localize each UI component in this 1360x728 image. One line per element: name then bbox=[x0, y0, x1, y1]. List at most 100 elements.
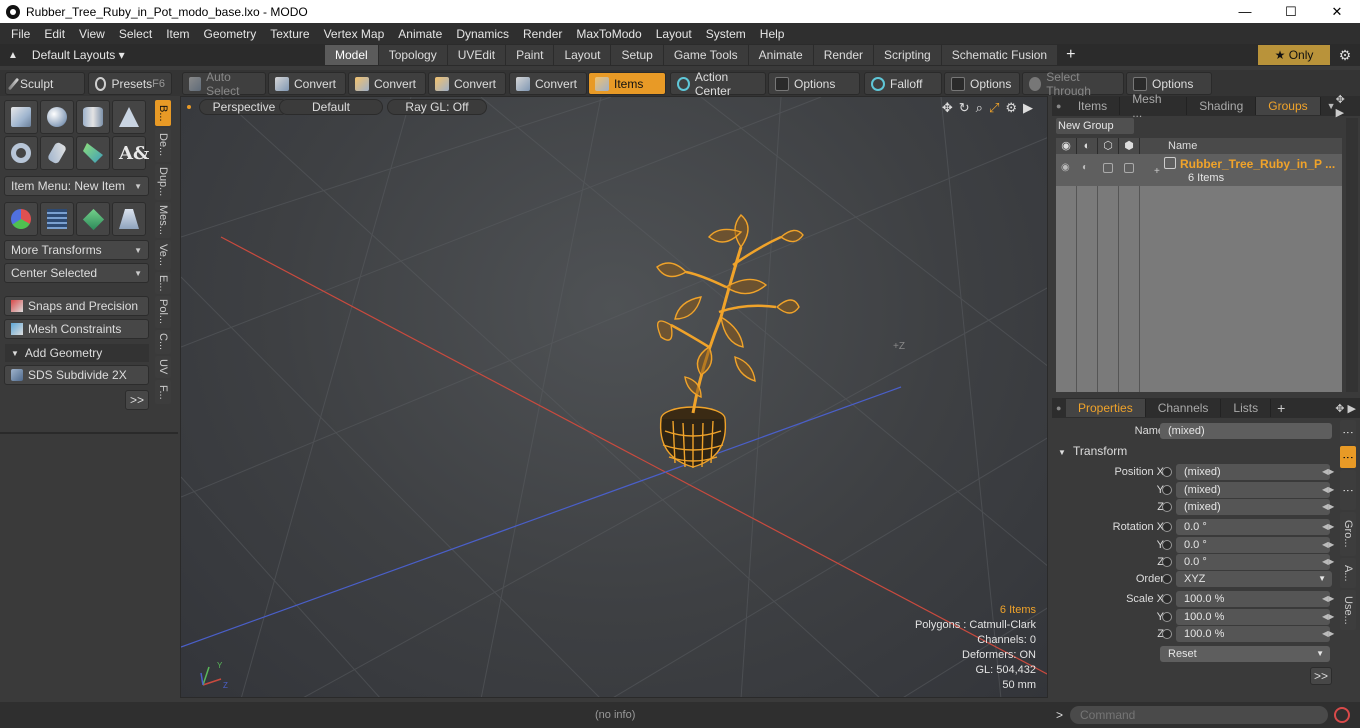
rotation-z-radio[interactable] bbox=[1162, 556, 1172, 567]
scale-z-field[interactable]: 100.0 % bbox=[1176, 625, 1330, 642]
menu-maxtomodo[interactable]: MaxToModo bbox=[569, 27, 648, 41]
tab-model[interactable]: Model bbox=[325, 45, 379, 65]
menu-animate[interactable]: Animate bbox=[391, 27, 449, 41]
groups-scrollbar[interactable] bbox=[1346, 118, 1358, 392]
menu-view[interactable]: View bbox=[72, 27, 112, 41]
command-input[interactable] bbox=[1070, 706, 1328, 724]
viewport-expand-icon[interactable]: ▶ bbox=[1023, 100, 1033, 116]
minimize-button[interactable]: — bbox=[1222, 0, 1268, 23]
scale-x-radio[interactable] bbox=[1162, 593, 1172, 604]
options-button-1[interactable]: Options bbox=[768, 72, 860, 95]
order-dropdown[interactable]: XYZ ▼ bbox=[1176, 570, 1332, 587]
menu-select[interactable]: Select bbox=[112, 27, 159, 41]
position-z-field[interactable]: (mixed) bbox=[1176, 498, 1330, 515]
position-x-radio[interactable] bbox=[1162, 466, 1172, 477]
rotation-y-field[interactable]: 0.0 ° bbox=[1176, 536, 1330, 553]
reset-dropdown[interactable]: Reset ▼ bbox=[1160, 645, 1330, 662]
transform-tool[interactable] bbox=[4, 202, 38, 236]
name-field[interactable]: (mixed) bbox=[1160, 422, 1332, 439]
falloff-button[interactable]: Falloff bbox=[864, 72, 942, 95]
row-lock-box[interactable] bbox=[1103, 163, 1113, 173]
convert-button-1[interactable]: Convert bbox=[268, 72, 346, 95]
collapse-up-icon[interactable]: ▲ bbox=[8, 50, 18, 61]
visibility-eye-icon[interactable]: ◉ bbox=[1056, 138, 1077, 154]
vtab-polygon[interactable]: Pol... bbox=[155, 296, 171, 328]
name-column-header[interactable]: Name bbox=[1140, 140, 1197, 152]
menu-edit[interactable]: Edit bbox=[37, 27, 72, 41]
scale-y-radio[interactable] bbox=[1162, 611, 1172, 622]
tab-game-tools[interactable]: Game Tools bbox=[663, 45, 749, 65]
more-tools-button[interactable]: >> bbox=[125, 390, 149, 410]
scale-y-field[interactable]: 100.0 % bbox=[1176, 608, 1330, 625]
cone-tool[interactable] bbox=[112, 100, 146, 134]
3d-viewport[interactable]: Perspective Default Ray GL: Off ✥ ↻ ⌕ ⤢ … bbox=[180, 96, 1048, 698]
vtab-mesh[interactable]: Mes... bbox=[155, 202, 171, 238]
chevron-down-icon[interactable]: ▼ bbox=[1327, 101, 1336, 111]
gem-tool[interactable] bbox=[76, 202, 110, 236]
gear-icon[interactable]: ⚙ bbox=[1334, 45, 1356, 65]
scale-z-radio[interactable] bbox=[1162, 628, 1172, 639]
options-button-2[interactable]: Options bbox=[944, 72, 1020, 95]
more-transforms-dropdown[interactable]: More Transforms ▼ bbox=[4, 240, 149, 260]
vtab-a[interactable]: A... bbox=[1340, 558, 1356, 588]
pen-tool[interactable] bbox=[76, 136, 110, 170]
position-x-field[interactable]: (mixed) bbox=[1176, 463, 1330, 480]
item-menu-dropdown[interactable]: Item Menu: New Item ▼ bbox=[4, 176, 149, 196]
tab-channels[interactable]: Channels bbox=[1146, 399, 1222, 417]
convert-button-4[interactable]: Convert bbox=[509, 72, 587, 95]
vtab-user[interactable]: Use... bbox=[1340, 590, 1356, 630]
tab-lists[interactable]: Lists bbox=[1221, 399, 1272, 417]
menu-layout[interactable]: Layout bbox=[649, 27, 699, 41]
snaps-precision-button[interactable]: Snaps and Precision bbox=[4, 296, 149, 316]
sds-subdivide-button[interactable]: SDS Subdivide 2X bbox=[4, 365, 149, 385]
grid-tool[interactable] bbox=[40, 202, 74, 236]
stepper-arrows-icon[interactable]: ◀▶ bbox=[1322, 502, 1334, 511]
plane-tool[interactable] bbox=[112, 202, 146, 236]
only-toggle[interactable]: ★ Only bbox=[1258, 45, 1330, 65]
scale-x-field[interactable]: 100.0 % bbox=[1176, 590, 1330, 607]
panel-expand-icon[interactable]: ✥ ▶ bbox=[1335, 402, 1356, 415]
action-center-button[interactable]: Action Center bbox=[670, 70, 766, 98]
maximize-button[interactable]: ☐ bbox=[1268, 0, 1314, 23]
panel-menu-dot[interactable]: ● bbox=[1052, 403, 1066, 413]
vtab-groups[interactable]: Gro... bbox=[1340, 512, 1356, 556]
layouts-dropdown[interactable]: ▲ Default Layouts ▾ bbox=[0, 48, 160, 62]
tab-items[interactable]: Items bbox=[1066, 97, 1121, 115]
stepper-arrows-icon[interactable]: ◀▶ bbox=[1322, 557, 1334, 566]
shading-dropdown[interactable]: Default bbox=[279, 99, 383, 115]
position-z-radio[interactable] bbox=[1162, 501, 1172, 512]
add-tab-icon[interactable]: + bbox=[1066, 45, 1075, 65]
vtab-more-top[interactable]: ⋮ bbox=[1340, 420, 1356, 444]
stepper-arrows-icon[interactable]: ◀▶ bbox=[1322, 629, 1334, 638]
transform-section[interactable]: ▼ Transform bbox=[1058, 444, 1127, 458]
vtab-spacer[interactable]: ⋮ bbox=[1340, 470, 1356, 510]
rotation-x-field[interactable]: 0.0 ° bbox=[1176, 518, 1330, 535]
mesh-constraints-button[interactable]: Mesh Constraints bbox=[4, 319, 149, 339]
order-radio[interactable] bbox=[1162, 573, 1172, 584]
tab-render[interactable]: Render bbox=[813, 45, 875, 65]
tab-scripting[interactable]: Scripting bbox=[874, 45, 942, 65]
fit-view-icon[interactable]: ⤢ bbox=[989, 100, 999, 116]
rotation-z-field[interactable]: 0.0 ° bbox=[1176, 553, 1330, 570]
new-group-button[interactable]: New Group bbox=[1056, 118, 1134, 134]
tab-uvedit[interactable]: UVEdit bbox=[447, 45, 507, 65]
select-through-button[interactable]: Select Through bbox=[1022, 70, 1124, 98]
menu-help[interactable]: Help bbox=[753, 27, 792, 41]
torus-tool[interactable] bbox=[4, 136, 38, 170]
viewport-settings-icon[interactable]: ⚙ bbox=[1005, 100, 1017, 116]
move-view-icon[interactable]: ✥ bbox=[942, 100, 953, 116]
menu-system[interactable]: System bbox=[699, 27, 753, 41]
expand-plus-icon[interactable]: + bbox=[1154, 166, 1160, 177]
stepper-arrows-icon[interactable]: ◀▶ bbox=[1322, 485, 1334, 494]
vtab-fusion[interactable]: F... bbox=[155, 380, 171, 404]
convert-button-3[interactable]: Convert bbox=[428, 72, 506, 95]
more-properties-button[interactable]: >> bbox=[1310, 667, 1332, 685]
cylinder-tool[interactable] bbox=[76, 100, 110, 134]
sphere-tool[interactable] bbox=[40, 100, 74, 134]
tab-paint[interactable]: Paint bbox=[506, 45, 555, 65]
tab-properties[interactable]: Properties bbox=[1066, 399, 1146, 417]
menu-vertex-map[interactable]: Vertex Map bbox=[317, 27, 392, 41]
row-eye-icon[interactable]: ◉ bbox=[1061, 162, 1070, 173]
view-type-dropdown[interactable]: Perspective bbox=[199, 99, 289, 115]
rotation-x-radio[interactable] bbox=[1162, 521, 1172, 532]
